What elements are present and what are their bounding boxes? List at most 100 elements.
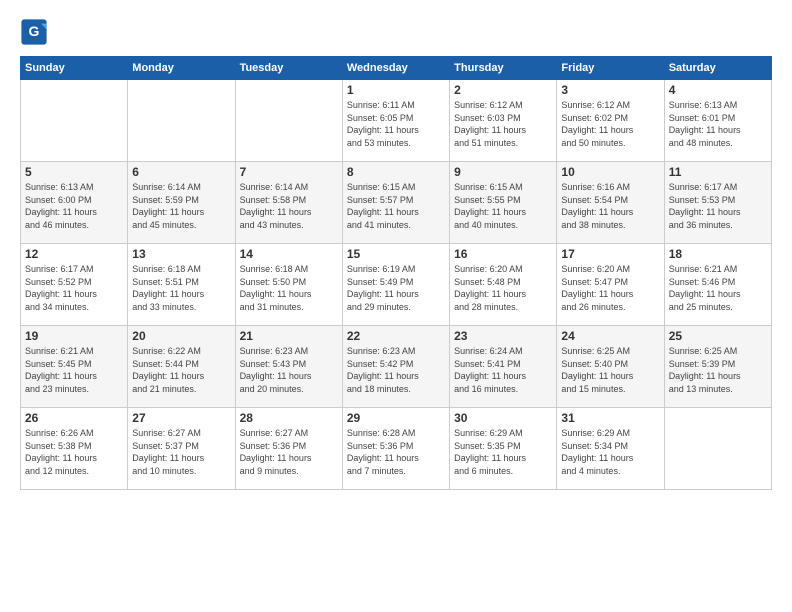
weekday-header-monday: Monday bbox=[128, 57, 235, 80]
page: G SundayMondayTuesdayWednesdayThursdayFr… bbox=[0, 0, 792, 612]
day-number: 4 bbox=[669, 83, 767, 97]
day-info: Sunrise: 6:20 AM Sunset: 5:48 PM Dayligh… bbox=[454, 263, 552, 313]
calendar-cell: 2 Sunrise: 6:12 AM Sunset: 6:03 PM Daylig… bbox=[450, 80, 557, 162]
calendar-cell: 8 Sunrise: 6:15 AM Sunset: 5:57 PM Daylig… bbox=[342, 162, 449, 244]
calendar-cell: 4 Sunrise: 6:13 AM Sunset: 6:01 PM Daylig… bbox=[664, 80, 771, 162]
calendar-cell: 27 Sunrise: 6:27 AM Sunset: 5:37 PM Dayli… bbox=[128, 408, 235, 490]
day-info: Sunrise: 6:15 AM Sunset: 5:57 PM Dayligh… bbox=[347, 181, 445, 231]
day-number: 19 bbox=[25, 329, 123, 343]
day-info: Sunrise: 6:12 AM Sunset: 6:03 PM Dayligh… bbox=[454, 99, 552, 149]
calendar-cell: 15 Sunrise: 6:19 AM Sunset: 5:49 PM Dayli… bbox=[342, 244, 449, 326]
calendar-cell: 16 Sunrise: 6:20 AM Sunset: 5:48 PM Dayli… bbox=[450, 244, 557, 326]
day-info: Sunrise: 6:23 AM Sunset: 5:42 PM Dayligh… bbox=[347, 345, 445, 395]
day-info: Sunrise: 6:25 AM Sunset: 5:40 PM Dayligh… bbox=[561, 345, 659, 395]
day-number: 10 bbox=[561, 165, 659, 179]
day-number: 15 bbox=[347, 247, 445, 261]
calendar-cell bbox=[21, 80, 128, 162]
calendar-cell bbox=[664, 408, 771, 490]
calendar-cell bbox=[235, 80, 342, 162]
day-number: 26 bbox=[25, 411, 123, 425]
day-number: 3 bbox=[561, 83, 659, 97]
weekday-header-thursday: Thursday bbox=[450, 57, 557, 80]
day-number: 8 bbox=[347, 165, 445, 179]
day-number: 16 bbox=[454, 247, 552, 261]
week-row-4: 19 Sunrise: 6:21 AM Sunset: 5:45 PM Dayli… bbox=[21, 326, 772, 408]
calendar-cell: 1 Sunrise: 6:11 AM Sunset: 6:05 PM Daylig… bbox=[342, 80, 449, 162]
calendar-cell: 23Sunrise: 6:24 AM Sunset: 5:41 PM Dayli… bbox=[450, 326, 557, 408]
day-number: 7 bbox=[240, 165, 338, 179]
calendar: SundayMondayTuesdayWednesdayThursdayFrid… bbox=[20, 56, 772, 490]
week-row-2: 5 Sunrise: 6:13 AM Sunset: 6:00 PM Daylig… bbox=[21, 162, 772, 244]
day-info: Sunrise: 6:17 AM Sunset: 5:53 PM Dayligh… bbox=[669, 181, 767, 231]
day-info: Sunrise: 6:27 AM Sunset: 5:36 PM Dayligh… bbox=[240, 427, 338, 477]
weekday-header-sunday: Sunday bbox=[21, 57, 128, 80]
week-row-3: 12 Sunrise: 6:17 AM Sunset: 5:52 PM Dayli… bbox=[21, 244, 772, 326]
day-info: Sunrise: 6:12 AM Sunset: 6:02 PM Dayligh… bbox=[561, 99, 659, 149]
calendar-cell: 31 Sunrise: 6:29 AM Sunset: 5:34 PM Dayli… bbox=[557, 408, 664, 490]
calendar-cell: 29Sunrise: 6:28 AM Sunset: 5:36 PM Dayli… bbox=[342, 408, 449, 490]
calendar-cell: 28 Sunrise: 6:27 AM Sunset: 5:36 PM Dayli… bbox=[235, 408, 342, 490]
day-number: 14 bbox=[240, 247, 338, 261]
day-info: Sunrise: 6:11 AM Sunset: 6:05 PM Dayligh… bbox=[347, 99, 445, 149]
day-number: 12 bbox=[25, 247, 123, 261]
calendar-cell: 7 Sunrise: 6:14 AM Sunset: 5:58 PM Daylig… bbox=[235, 162, 342, 244]
day-number: 17 bbox=[561, 247, 659, 261]
day-number: 5 bbox=[25, 165, 123, 179]
day-number: 2 bbox=[454, 83, 552, 97]
day-number: 21 bbox=[240, 329, 338, 343]
calendar-cell: 20 Sunrise: 6:22 AM Sunset: 5:44 PM Dayli… bbox=[128, 326, 235, 408]
logo: G bbox=[20, 18, 52, 46]
weekday-header-tuesday: Tuesday bbox=[235, 57, 342, 80]
day-info: Sunrise: 6:13 AM Sunset: 6:00 PM Dayligh… bbox=[25, 181, 123, 231]
day-number: 22 bbox=[347, 329, 445, 343]
calendar-cell: 25 Sunrise: 6:25 AM Sunset: 5:39 PM Dayli… bbox=[664, 326, 771, 408]
calendar-cell: 5 Sunrise: 6:13 AM Sunset: 6:00 PM Daylig… bbox=[21, 162, 128, 244]
weekday-header-wednesday: Wednesday bbox=[342, 57, 449, 80]
week-row-1: 1 Sunrise: 6:11 AM Sunset: 6:05 PM Daylig… bbox=[21, 80, 772, 162]
day-info: Sunrise: 6:14 AM Sunset: 5:58 PM Dayligh… bbox=[240, 181, 338, 231]
day-number: 25 bbox=[669, 329, 767, 343]
svg-text:G: G bbox=[29, 23, 40, 39]
day-info: Sunrise: 6:16 AM Sunset: 5:54 PM Dayligh… bbox=[561, 181, 659, 231]
day-info: Sunrise: 6:29 AM Sunset: 5:34 PM Dayligh… bbox=[561, 427, 659, 477]
day-number: 20 bbox=[132, 329, 230, 343]
day-number: 11 bbox=[669, 165, 767, 179]
calendar-cell: 3 Sunrise: 6:12 AM Sunset: 6:02 PM Daylig… bbox=[557, 80, 664, 162]
day-number: 23 bbox=[454, 329, 552, 343]
day-info: Sunrise: 6:25 AM Sunset: 5:39 PM Dayligh… bbox=[669, 345, 767, 395]
weekday-header-saturday: Saturday bbox=[664, 57, 771, 80]
day-info: Sunrise: 6:17 AM Sunset: 5:52 PM Dayligh… bbox=[25, 263, 123, 313]
day-info: Sunrise: 6:29 AM Sunset: 5:35 PM Dayligh… bbox=[454, 427, 552, 477]
day-number: 29 bbox=[347, 411, 445, 425]
day-info: Sunrise: 6:23 AM Sunset: 5:43 PM Dayligh… bbox=[240, 345, 338, 395]
day-number: 18 bbox=[669, 247, 767, 261]
day-info: Sunrise: 6:22 AM Sunset: 5:44 PM Dayligh… bbox=[132, 345, 230, 395]
day-number: 28 bbox=[240, 411, 338, 425]
day-info: Sunrise: 6:26 AM Sunset: 5:38 PM Dayligh… bbox=[25, 427, 123, 477]
calendar-cell: 26 Sunrise: 6:26 AM Sunset: 5:38 PM Dayli… bbox=[21, 408, 128, 490]
day-info: Sunrise: 6:27 AM Sunset: 5:37 PM Dayligh… bbox=[132, 427, 230, 477]
weekday-header-friday: Friday bbox=[557, 57, 664, 80]
calendar-cell: 22 Sunrise: 6:23 AM Sunset: 5:42 PM Dayli… bbox=[342, 326, 449, 408]
week-row-5: 26 Sunrise: 6:26 AM Sunset: 5:38 PM Dayli… bbox=[21, 408, 772, 490]
calendar-cell: 11 Sunrise: 6:17 AM Sunset: 5:53 PM Dayli… bbox=[664, 162, 771, 244]
calendar-cell: 10 Sunrise: 6:16 AM Sunset: 5:54 PM Dayli… bbox=[557, 162, 664, 244]
day-info: Sunrise: 6:21 AM Sunset: 5:45 PM Dayligh… bbox=[25, 345, 123, 395]
calendar-cell: 17 Sunrise: 6:20 AM Sunset: 5:47 PM Dayli… bbox=[557, 244, 664, 326]
day-info: Sunrise: 6:19 AM Sunset: 5:49 PM Dayligh… bbox=[347, 263, 445, 313]
day-info: Sunrise: 6:18 AM Sunset: 5:50 PM Dayligh… bbox=[240, 263, 338, 313]
day-info: Sunrise: 6:20 AM Sunset: 5:47 PM Dayligh… bbox=[561, 263, 659, 313]
calendar-cell: 14 Sunrise: 6:18 AM Sunset: 5:50 PM Dayli… bbox=[235, 244, 342, 326]
calendar-cell: 18 Sunrise: 6:21 AM Sunset: 5:46 PM Dayli… bbox=[664, 244, 771, 326]
day-info: Sunrise: 6:21 AM Sunset: 5:46 PM Dayligh… bbox=[669, 263, 767, 313]
calendar-cell: 19 Sunrise: 6:21 AM Sunset: 5:45 PM Dayli… bbox=[21, 326, 128, 408]
day-info: Sunrise: 6:14 AM Sunset: 5:59 PM Dayligh… bbox=[132, 181, 230, 231]
day-number: 24 bbox=[561, 329, 659, 343]
day-info: Sunrise: 6:13 AM Sunset: 6:01 PM Dayligh… bbox=[669, 99, 767, 149]
calendar-cell bbox=[128, 80, 235, 162]
calendar-cell: 13Sunrise: 6:18 AM Sunset: 5:51 PM Dayli… bbox=[128, 244, 235, 326]
day-number: 31 bbox=[561, 411, 659, 425]
day-number: 27 bbox=[132, 411, 230, 425]
day-number: 1 bbox=[347, 83, 445, 97]
day-number: 13 bbox=[132, 247, 230, 261]
